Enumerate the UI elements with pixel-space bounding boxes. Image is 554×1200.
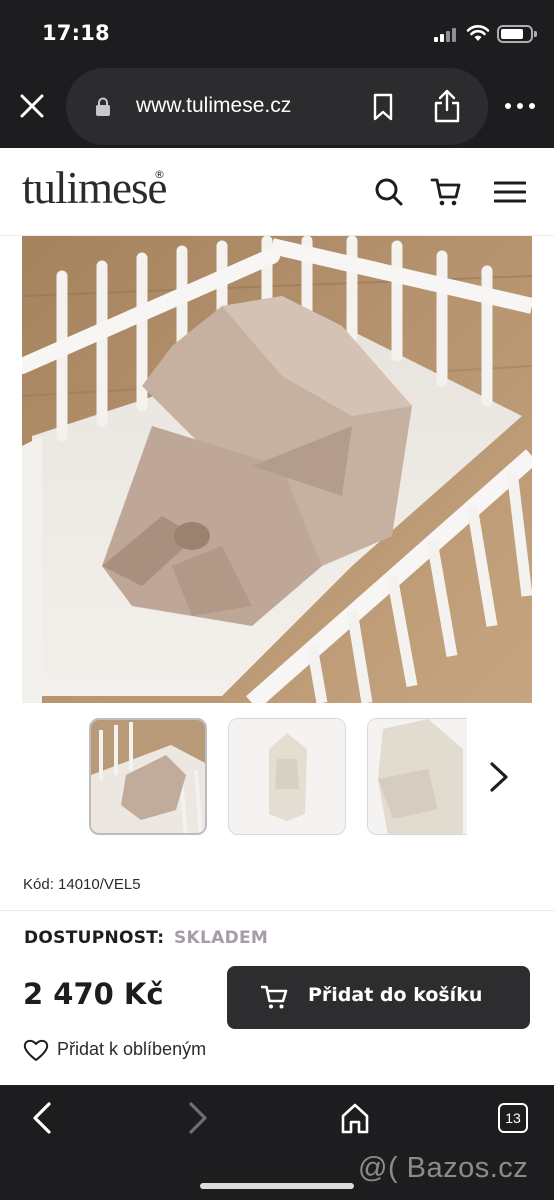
- add-to-favorites-label: Přidat k oblíbeným: [57, 1039, 207, 1059]
- battery-icon: [497, 25, 537, 43]
- add-to-cart-label: Přidat do košíku: [308, 984, 483, 1006]
- home-indicator: [200, 1183, 354, 1189]
- product-price: 2 470 Kč: [23, 977, 164, 1011]
- more-icon[interactable]: [505, 97, 535, 115]
- registered-mark: ®: [154, 168, 165, 181]
- wifi-icon: [466, 25, 490, 41]
- share-icon[interactable]: [432, 88, 462, 124]
- site-header: tulimese ®: [0, 148, 554, 236]
- chevron-right-icon[interactable]: [486, 760, 512, 794]
- product-thumbnail-3[interactable]: [367, 718, 467, 835]
- product-code: Kód: 14010/VEL5: [23, 876, 141, 893]
- cart-icon[interactable]: [430, 176, 462, 208]
- address-bar[interactable]: www.tulimese.cz: [66, 68, 488, 145]
- search-icon[interactable]: [373, 176, 405, 208]
- divider: [0, 910, 554, 911]
- watermark: @( Bazos.cz: [358, 1152, 529, 1184]
- product-main-image[interactable]: [22, 236, 532, 703]
- lock-icon: [96, 97, 110, 116]
- availability-label: DOSTUPNOST:: [24, 928, 165, 948]
- heart-icon: [23, 1039, 49, 1061]
- menu-icon[interactable]: [494, 176, 526, 208]
- cart-icon: [261, 985, 288, 1009]
- add-to-cart-button[interactable]: Přidat do košíku: [227, 966, 530, 1029]
- bookmark-icon[interactable]: [372, 93, 394, 121]
- browser-top-bar: 17:18 www.tulimese.cz: [0, 0, 554, 148]
- product-thumbnail-2[interactable]: [228, 718, 346, 835]
- forward-icon[interactable]: [186, 1101, 210, 1135]
- availability-status: SKLADEM: [174, 928, 269, 948]
- home-icon[interactable]: [340, 1101, 370, 1135]
- url-text: www.tulimese.cz: [136, 94, 292, 117]
- status-time: 17:18: [42, 21, 110, 45]
- cellular-signal-icon: [434, 26, 460, 42]
- site-logo[interactable]: tulimese: [22, 162, 167, 214]
- product-thumbnail-1[interactable]: [89, 718, 207, 835]
- back-icon[interactable]: [30, 1101, 54, 1135]
- tabs-icon[interactable]: 13: [498, 1103, 528, 1133]
- close-icon[interactable]: [18, 92, 46, 120]
